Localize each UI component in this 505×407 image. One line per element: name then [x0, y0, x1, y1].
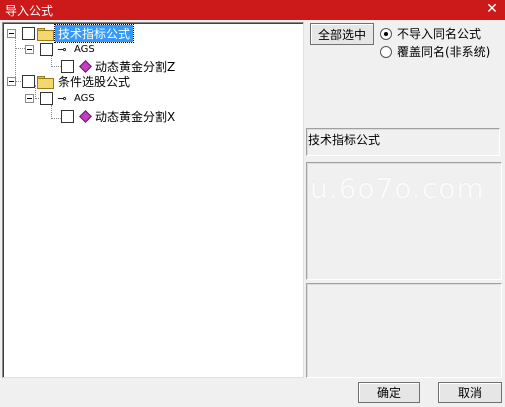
tree-node-ags-1[interactable]: ⊸ AGS	[25, 41, 98, 57]
formula-tree[interactable]: 技术指标公式 ⊸ AGS 动态黄金分割Z 条件选股公式 ⊸ AGS 动态黄金分割…	[2, 22, 304, 378]
tree-node-ags-2[interactable]: ⊸ AGS	[25, 90, 98, 106]
tree-connector	[15, 48, 25, 49]
radio-dot-icon[interactable]	[380, 27, 392, 40]
tree-checkbox[interactable]	[22, 26, 35, 40]
radio-label: 覆盖同名(非系统)	[397, 45, 491, 59]
tree-connector	[51, 118, 61, 119]
tree-checkbox[interactable]	[22, 74, 35, 88]
formula-icon	[80, 61, 90, 71]
tree-node-label[interactable]: AGS	[71, 93, 98, 104]
select-all-button[interactable]: 全部选中	[310, 23, 374, 45]
formula-icon	[80, 111, 90, 121]
tree-node-screening-formulas[interactable]: 条件选股公式	[7, 73, 133, 89]
collapse-icon[interactable]	[7, 28, 16, 38]
formula-description-panel	[306, 162, 502, 280]
tree-checkbox[interactable]	[40, 42, 53, 56]
radio-skip-duplicates[interactable]: 不导入同名公式	[380, 25, 481, 42]
tree-node-label[interactable]: AGS	[71, 44, 98, 55]
folder-icon	[37, 75, 54, 89]
collapse-icon[interactable]	[25, 93, 34, 103]
radio-overwrite-duplicates[interactable]: 覆盖同名(非系统)	[380, 43, 490, 60]
tree-checkbox[interactable]	[40, 91, 53, 105]
folder-icon	[37, 27, 54, 41]
formula-category-box: 技术指标公式	[306, 128, 500, 156]
formula-category-text: 技术指标公式	[308, 133, 381, 147]
formula-preview-panel	[306, 283, 502, 378]
tree-node-label[interactable]: 技术指标公式	[53, 23, 135, 43]
tree-checkbox[interactable]	[61, 109, 74, 123]
tree-checkbox[interactable]	[61, 59, 74, 73]
radio-label: 不导入同名公式	[397, 27, 482, 41]
window-title: 导入公式	[5, 4, 54, 18]
tree-node-formula-x[interactable]: 动态黄金分割X	[61, 108, 178, 124]
cancel-button[interactable]: 取消	[438, 382, 502, 403]
ok-button[interactable]: 确定	[358, 382, 420, 403]
collapse-icon[interactable]	[25, 44, 34, 54]
tree-node-indicator-formulas[interactable]: 技术指标公式	[7, 23, 135, 43]
radio-dot-icon[interactable]	[380, 45, 392, 58]
tree-node-label[interactable]: 动态黄金分割X	[92, 108, 178, 125]
tree-connector	[51, 66, 61, 67]
tree-node-label[interactable]: 条件选股公式	[55, 73, 133, 90]
key-icon: ⊸	[57, 42, 67, 56]
key-icon: ⊸	[57, 91, 67, 105]
close-icon[interactable]: ✕	[485, 1, 499, 17]
tree-connector	[51, 105, 52, 119]
title-bar: 导入公式 ✕	[0, 0, 505, 20]
collapse-icon[interactable]	[7, 76, 16, 86]
